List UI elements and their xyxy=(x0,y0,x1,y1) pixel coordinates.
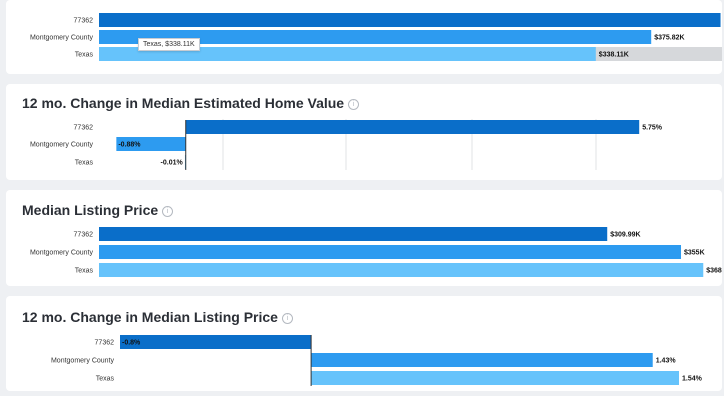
chart-title: Median Listing Price i xyxy=(22,202,174,218)
category-label: 77362 xyxy=(74,232,94,239)
info-icon[interactable]: i xyxy=(348,99,360,110)
chart-card-median-listing-price: Median Listing Price i 77362 $309.99K Montg… xyxy=(6,190,724,286)
chart-title-text: 12 mo. Change in Median Listing Price xyxy=(22,309,278,325)
bar[interactable] xyxy=(311,353,653,367)
info-icon[interactable]: i xyxy=(281,313,293,324)
category-label: Texas xyxy=(75,160,94,167)
category-label: Texas xyxy=(96,376,115,383)
value-label: 1.54% xyxy=(682,376,703,383)
category-label: 77362 xyxy=(74,125,94,132)
info-icon[interactable]: i xyxy=(162,206,174,217)
chart-title-text: Median Listing Price xyxy=(22,202,159,218)
bar[interactable] xyxy=(311,371,679,385)
category-label: 77362 xyxy=(74,18,94,25)
value-label: 5.75% xyxy=(642,125,663,132)
value-label: $368.57K xyxy=(706,268,722,275)
chart-title-text: 12 mo. Change in Median Estimated Home V… xyxy=(22,95,345,111)
bar[interactable] xyxy=(99,227,608,241)
category-label: Montgomery County xyxy=(30,142,94,149)
chart-card-change-estimated-home-value: 12 mo. Change in Median Estimated Home V… xyxy=(6,84,722,180)
category-label: Texas xyxy=(75,268,94,275)
bar[interactable] xyxy=(99,263,704,277)
value-label: -0.8% xyxy=(122,340,141,347)
chart-tooltip: Texas, $338.11K xyxy=(138,38,200,51)
bar[interactable] xyxy=(99,245,682,259)
category-label: 77362 xyxy=(95,340,115,347)
bar[interactable] xyxy=(120,335,312,349)
bar-chart-median-estimated-home-value: 77362$423KMontgomery County$375.82KTexas… xyxy=(30,13,724,61)
value-label: $309.99K xyxy=(610,232,640,239)
chart-title: 12 mo. Change in Median Estimated Home V… xyxy=(22,95,360,111)
chart-card-median-estimated-home-value: 77362$423KMontgomery County$375.82KTexas… xyxy=(6,0,724,74)
value-label: $375.82K xyxy=(654,35,684,42)
value-label: -0.01% xyxy=(161,160,184,167)
value-label: 1.43% xyxy=(656,358,677,365)
category-label: Texas xyxy=(75,52,94,59)
chart-title: 12 mo. Change in Median Listing Price i xyxy=(22,309,293,325)
value-label: $338.11K xyxy=(599,52,629,59)
value-label: $355K xyxy=(684,250,705,257)
value-label: -0.88% xyxy=(118,142,141,149)
bar[interactable] xyxy=(185,120,640,134)
chart-card-change-listing-price: 12 mo. Change in Median Listing Price i 7… xyxy=(6,296,722,391)
bar[interactable] xyxy=(99,13,721,27)
category-label: Montgomery County xyxy=(30,35,94,42)
category-label: Montgomery County xyxy=(30,250,94,257)
category-label: Montgomery County xyxy=(51,358,115,365)
